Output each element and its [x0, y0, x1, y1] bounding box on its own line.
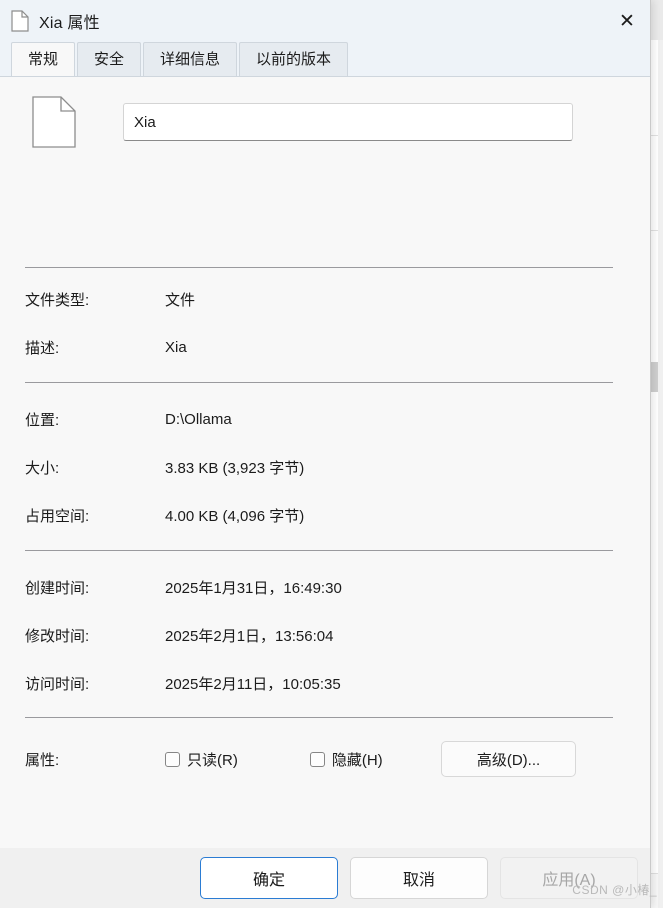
file-type-value: 文件	[165, 291, 196, 309]
apply-button: 应用(A)	[500, 857, 638, 899]
advanced-button[interactable]: 高级(D)...	[441, 741, 576, 777]
accessed-value: 2025年2月11日，10:05:35	[165, 675, 341, 693]
title-bar: Xia 属性 ✕	[0, 0, 650, 42]
separator	[25, 550, 613, 551]
general-tab-panel: 文件类型: 文件 描述: Xia 位置: D:\Ollama 大小: 3.83 …	[0, 76, 650, 908]
file-type-row: 文件类型: 文件	[25, 287, 195, 311]
readonly-label: 只读(R)	[187, 751, 238, 769]
blank-document-icon	[32, 96, 76, 148]
separator	[25, 717, 613, 718]
checkbox-box-icon	[309, 751, 325, 767]
accessed-row: 访问时间: 2025年2月11日，10:05:35	[25, 671, 341, 695]
window-title: Xia 属性	[39, 15, 100, 32]
tab-security[interactable]: 安全	[77, 42, 142, 76]
modified-row: 修改时间: 2025年2月1日，13:56:04	[25, 623, 333, 647]
file-name-input[interactable]	[123, 103, 573, 141]
size-on-disk-value: 4.00 KB (4,096 字节)	[165, 507, 305, 525]
size-value: 3.83 KB (3,923 字节)	[165, 459, 305, 477]
file-name-block	[25, 87, 613, 157]
readonly-checkbox[interactable]: 只读(R)	[165, 749, 238, 770]
location-value: D:\Ollama	[165, 410, 232, 428]
tab-general[interactable]: 常规	[11, 42, 76, 76]
close-icon[interactable]: ✕	[604, 0, 650, 42]
size-label: 大小:	[25, 459, 60, 477]
modified-label: 修改时间:	[25, 627, 90, 645]
description-row: 描述: Xia	[25, 335, 187, 359]
tab-details[interactable]: 详细信息	[143, 42, 238, 76]
tab-strip: 常规 安全 详细信息 以前的版本	[0, 42, 650, 76]
size-row: 大小: 3.83 KB (3,923 字节)	[25, 455, 304, 479]
location-label: 位置:	[25, 411, 60, 429]
modified-value: 2025年2月1日，13:56:04	[165, 627, 334, 645]
separator	[25, 267, 613, 268]
description-label: 描述:	[25, 339, 60, 357]
cancel-button[interactable]: 取消	[350, 857, 488, 899]
background-scrollbar[interactable]	[658, 40, 663, 908]
accessed-label: 访问时间:	[25, 675, 90, 693]
file-type-label: 文件类型:	[25, 291, 90, 309]
hidden-label: 隐藏(H)	[331, 751, 383, 769]
ok-button[interactable]: 确定	[200, 857, 338, 899]
tab-previous-versions[interactable]: 以前的版本	[239, 42, 349, 76]
created-label: 创建时间:	[25, 579, 90, 597]
size-on-disk-row: 占用空间: 4.00 KB (4,096 字节)	[25, 503, 304, 527]
document-icon	[11, 10, 29, 32]
separator	[25, 382, 613, 383]
file-properties-dialog: Xia 属性 ✕ 常规 安全 详细信息 以前的版本 文件类型: 文件 描述:	[0, 0, 651, 908]
size-on-disk-label: 占用空间:	[25, 507, 90, 525]
description-value: Xia	[165, 338, 187, 356]
dialog-footer: 确定 取消 应用(A)	[0, 848, 650, 908]
hidden-checkbox[interactable]: 隐藏(H)	[309, 749, 383, 770]
created-value: 2025年1月31日，16:49:30	[165, 579, 342, 597]
attributes-row: 属性: 只读(R) 隐藏(H) 高级(D)...	[25, 739, 613, 779]
checkbox-box-icon	[165, 751, 180, 767]
created-row: 创建时间: 2025年1月31日，16:49:30	[25, 575, 342, 599]
location-row: 位置: D:\Ollama	[25, 407, 232, 431]
attributes-label: 属性:	[25, 751, 60, 769]
